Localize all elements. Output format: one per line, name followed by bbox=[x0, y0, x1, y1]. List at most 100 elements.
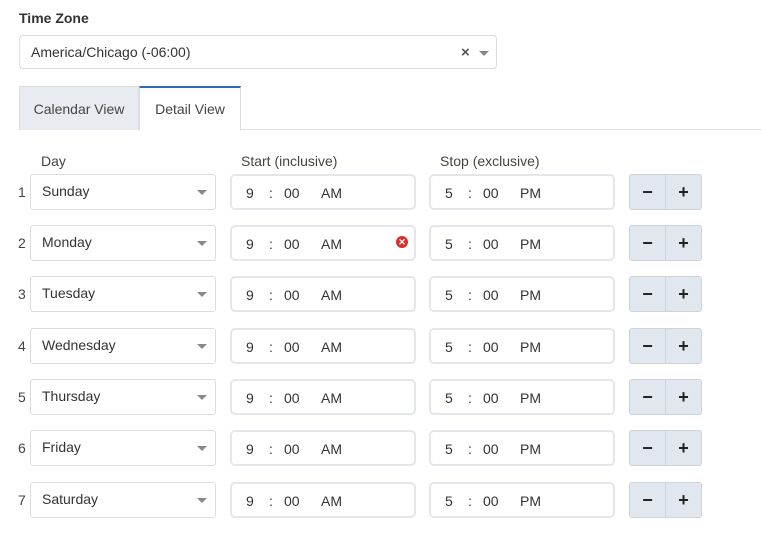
day-value: Friday bbox=[42, 439, 81, 455]
stop-time-input[interactable]: 5:00 PM bbox=[429, 225, 615, 261]
start-time-input[interactable]: 9:00 AM bbox=[230, 328, 416, 364]
day-select[interactable]: Tuesday bbox=[30, 276, 216, 312]
error-circle-icon[interactable]: ✕ bbox=[396, 236, 408, 248]
tab-calendar-view[interactable]: Calendar View bbox=[19, 86, 139, 130]
stop-time-input[interactable]: 5:00 PM bbox=[429, 328, 615, 364]
start-minute[interactable]: 00 bbox=[284, 339, 300, 355]
stop-ampm[interactable]: PM bbox=[520, 185, 541, 201]
timezone-label: Time Zone bbox=[19, 10, 89, 26]
start-minute[interactable]: 00 bbox=[284, 185, 300, 201]
time-separator: : bbox=[269, 390, 273, 406]
remove-row-button[interactable]: − bbox=[629, 276, 666, 312]
stop-time-input[interactable]: 5:00 PM bbox=[429, 430, 615, 466]
add-row-button[interactable]: + bbox=[665, 482, 702, 518]
start-hour[interactable]: 9 bbox=[246, 185, 254, 201]
chevron-down-icon[interactable] bbox=[479, 51, 489, 56]
stop-ampm[interactable]: PM bbox=[520, 493, 541, 509]
start-ampm[interactable]: AM bbox=[321, 287, 342, 303]
day-select[interactable]: Thursday bbox=[30, 379, 216, 415]
add-row-button[interactable]: + bbox=[665, 379, 702, 415]
start-time-input[interactable]: 9:00 AM bbox=[230, 174, 416, 210]
start-time-input[interactable]: 9:00 AM bbox=[230, 482, 416, 518]
remove-row-button[interactable]: − bbox=[629, 174, 666, 210]
remove-row-button[interactable]: − bbox=[629, 225, 666, 261]
stop-time-input[interactable]: 5:00 PM bbox=[429, 379, 615, 415]
chevron-down-icon[interactable] bbox=[197, 292, 207, 297]
add-row-button[interactable]: + bbox=[665, 430, 702, 466]
chevron-down-icon[interactable] bbox=[197, 241, 207, 246]
stop-minute[interactable]: 00 bbox=[483, 390, 499, 406]
add-row-button[interactable]: + bbox=[665, 276, 702, 312]
stop-hour[interactable]: 5 bbox=[445, 339, 453, 355]
stop-minute[interactable]: 00 bbox=[483, 441, 499, 457]
remove-row-button[interactable]: − bbox=[629, 328, 666, 364]
remove-row-button[interactable]: − bbox=[629, 430, 666, 466]
day-value: Thursday bbox=[42, 388, 101, 404]
clear-icon[interactable]: × bbox=[461, 44, 470, 61]
chevron-down-icon[interactable] bbox=[197, 446, 207, 451]
start-time-input[interactable]: 9:00 AM ✕ bbox=[230, 225, 416, 261]
chevron-down-icon[interactable] bbox=[197, 344, 207, 349]
remove-row-button[interactable]: − bbox=[629, 379, 666, 415]
start-hour[interactable]: 9 bbox=[246, 390, 254, 406]
stop-minute[interactable]: 00 bbox=[483, 236, 499, 252]
stop-ampm[interactable]: PM bbox=[520, 236, 541, 252]
stop-ampm[interactable]: PM bbox=[520, 339, 541, 355]
add-row-button[interactable]: + bbox=[665, 174, 702, 210]
chevron-down-icon[interactable] bbox=[197, 498, 207, 503]
day-select[interactable]: Wednesday bbox=[30, 328, 216, 364]
start-hour[interactable]: 9 bbox=[246, 441, 254, 457]
stop-hour[interactable]: 5 bbox=[445, 287, 453, 303]
day-select[interactable]: Monday bbox=[30, 225, 216, 261]
day-select[interactable]: Saturday bbox=[30, 482, 216, 518]
stop-hour[interactable]: 5 bbox=[445, 390, 453, 406]
stop-ampm[interactable]: PM bbox=[520, 287, 541, 303]
stop-ampm[interactable]: PM bbox=[520, 390, 541, 406]
start-minute[interactable]: 00 bbox=[284, 287, 300, 303]
start-minute[interactable]: 00 bbox=[284, 236, 300, 252]
start-hour[interactable]: 9 bbox=[246, 493, 254, 509]
stop-hour[interactable]: 5 bbox=[445, 441, 453, 457]
start-ampm[interactable]: AM bbox=[321, 493, 342, 509]
tab-detail-view[interactable]: Detail View bbox=[139, 86, 241, 131]
time-separator: : bbox=[468, 339, 472, 355]
stop-time-input[interactable]: 5:00 PM bbox=[429, 482, 615, 518]
stop-hour[interactable]: 5 bbox=[445, 185, 453, 201]
stop-hour[interactable]: 5 bbox=[445, 493, 453, 509]
start-ampm[interactable]: AM bbox=[321, 390, 342, 406]
add-row-button[interactable]: + bbox=[665, 225, 702, 261]
start-ampm[interactable]: AM bbox=[321, 441, 342, 457]
stop-minute[interactable]: 00 bbox=[483, 287, 499, 303]
start-ampm[interactable]: AM bbox=[321, 185, 342, 201]
stop-minute[interactable]: 00 bbox=[483, 339, 499, 355]
chevron-down-icon[interactable] bbox=[197, 395, 207, 400]
day-select[interactable]: Friday bbox=[30, 430, 216, 466]
stop-minute[interactable]: 00 bbox=[483, 185, 499, 201]
row-index: 6 bbox=[18, 440, 26, 456]
stop-time-input[interactable]: 5:00 PM bbox=[429, 174, 615, 210]
start-hour[interactable]: 9 bbox=[246, 287, 254, 303]
row-index: 4 bbox=[18, 338, 26, 354]
start-time-input[interactable]: 9:00 AM bbox=[230, 379, 416, 415]
start-hour[interactable]: 9 bbox=[246, 339, 254, 355]
start-ampm[interactable]: AM bbox=[321, 236, 342, 252]
start-time-input[interactable]: 9:00 AM bbox=[230, 430, 416, 466]
start-minute[interactable]: 00 bbox=[284, 390, 300, 406]
day-select[interactable]: Sunday bbox=[30, 174, 216, 210]
remove-row-button[interactable]: − bbox=[629, 482, 666, 518]
start-hour[interactable]: 9 bbox=[246, 236, 254, 252]
timezone-select[interactable]: America/Chicago (-06:00) × bbox=[19, 35, 497, 69]
chevron-down-icon[interactable] bbox=[197, 190, 207, 195]
stop-minute[interactable]: 00 bbox=[483, 493, 499, 509]
stop-ampm[interactable]: PM bbox=[520, 441, 541, 457]
add-row-button[interactable]: + bbox=[665, 328, 702, 364]
row-index: 7 bbox=[18, 492, 26, 508]
schedule-row: 2 Monday 9:00 AM ✕ 5:00 PM − + bbox=[0, 225, 761, 261]
start-minute[interactable]: 00 bbox=[284, 493, 300, 509]
stop-hour[interactable]: 5 bbox=[445, 236, 453, 252]
start-time-input[interactable]: 9:00 AM bbox=[230, 276, 416, 312]
start-minute[interactable]: 00 bbox=[284, 441, 300, 457]
start-ampm[interactable]: AM bbox=[321, 339, 342, 355]
stop-time-input[interactable]: 5:00 PM bbox=[429, 276, 615, 312]
time-separator: : bbox=[468, 185, 472, 201]
